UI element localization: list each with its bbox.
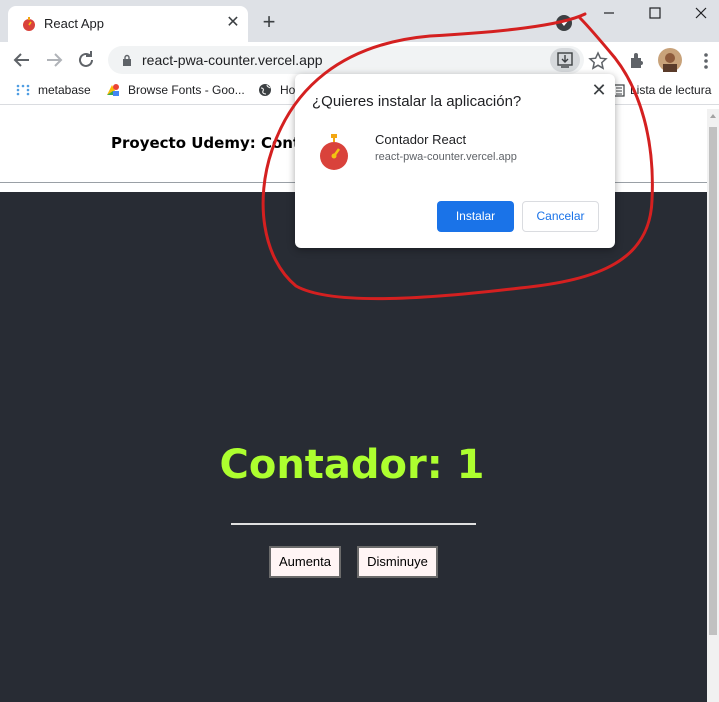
browser-tab[interactable]: React App ✕ <box>8 6 248 42</box>
maximize-icon[interactable] <box>643 4 667 22</box>
tab-title: React App <box>44 16 104 31</box>
extensions-icon[interactable] <box>626 50 648 72</box>
install-button[interactable]: Instalar <box>437 201 514 232</box>
more-menu-icon[interactable] <box>695 50 717 72</box>
install-app-icon[interactable] <box>550 48 580 72</box>
fonts-icon <box>107 84 119 96</box>
stopwatch-app-icon <box>320 134 348 170</box>
close-icon[interactable]: ✕ <box>589 80 609 100</box>
bookmark-metabase[interactable]: metabase <box>16 83 91 97</box>
reading-list[interactable]: Lista de lectura <box>612 83 711 97</box>
address-bar[interactable]: react-pwa-counter.vercel.app <box>108 46 584 74</box>
bookmark-label: Ho <box>280 83 296 97</box>
close-icon[interactable]: ✕ <box>224 14 242 32</box>
browser-toolbar: react-pwa-counter.vercel.app <box>0 42 719 78</box>
app-url: react-pwa-counter.vercel.app <box>375 151 517 163</box>
star-icon[interactable] <box>587 50 609 72</box>
page-title: Proyecto Udemy: Contad <box>111 134 321 152</box>
bookmark-ho[interactable]: Ho <box>258 83 295 97</box>
profile-avatar[interactable] <box>658 48 682 72</box>
scroll-up-icon[interactable] <box>710 114 716 118</box>
bookmark-label: metabase <box>38 83 91 97</box>
counter-display: Contador: 1 <box>219 442 485 488</box>
window-close-icon[interactable] <box>689 4 713 22</box>
scroll-thumb[interactable] <box>709 127 717 635</box>
decrease-button[interactable]: Disminuye <box>357 546 438 578</box>
tab-search-icon[interactable] <box>556 15 572 31</box>
cancel-button[interactable]: Cancelar <box>522 201 599 232</box>
app-body: Contador: 1 Aumenta Disminuye <box>0 192 707 702</box>
title-bar: React App ✕ + <box>0 0 719 42</box>
back-icon[interactable] <box>10 48 34 72</box>
divider <box>231 523 476 525</box>
globe-icon <box>259 84 271 96</box>
install-app-dialog: ¿Quieres instalar la aplicación? ✕ Conta… <box>295 74 615 248</box>
forward-icon[interactable] <box>42 48 66 72</box>
bookmark-label: Browse Fonts - Goo... <box>128 83 245 97</box>
app-name: Contador React <box>375 132 467 147</box>
url-text: react-pwa-counter.vercel.app <box>142 52 323 68</box>
react-favicon-icon <box>23 17 35 31</box>
lock-icon <box>123 54 131 66</box>
minimize-icon[interactable] <box>597 4 621 22</box>
reload-icon[interactable] <box>74 48 98 72</box>
new-tab-icon[interactable]: + <box>258 11 280 34</box>
bookmark-label: Lista de lectura <box>630 83 712 97</box>
metabase-icon <box>16 84 30 96</box>
bookmark-browse-fonts[interactable]: Browse Fonts - Goo... <box>106 83 245 97</box>
dialog-title: ¿Quieres instalar la aplicación? <box>312 93 522 110</box>
increase-button[interactable]: Aumenta <box>269 546 341 578</box>
scrollbar[interactable] <box>707 109 719 702</box>
